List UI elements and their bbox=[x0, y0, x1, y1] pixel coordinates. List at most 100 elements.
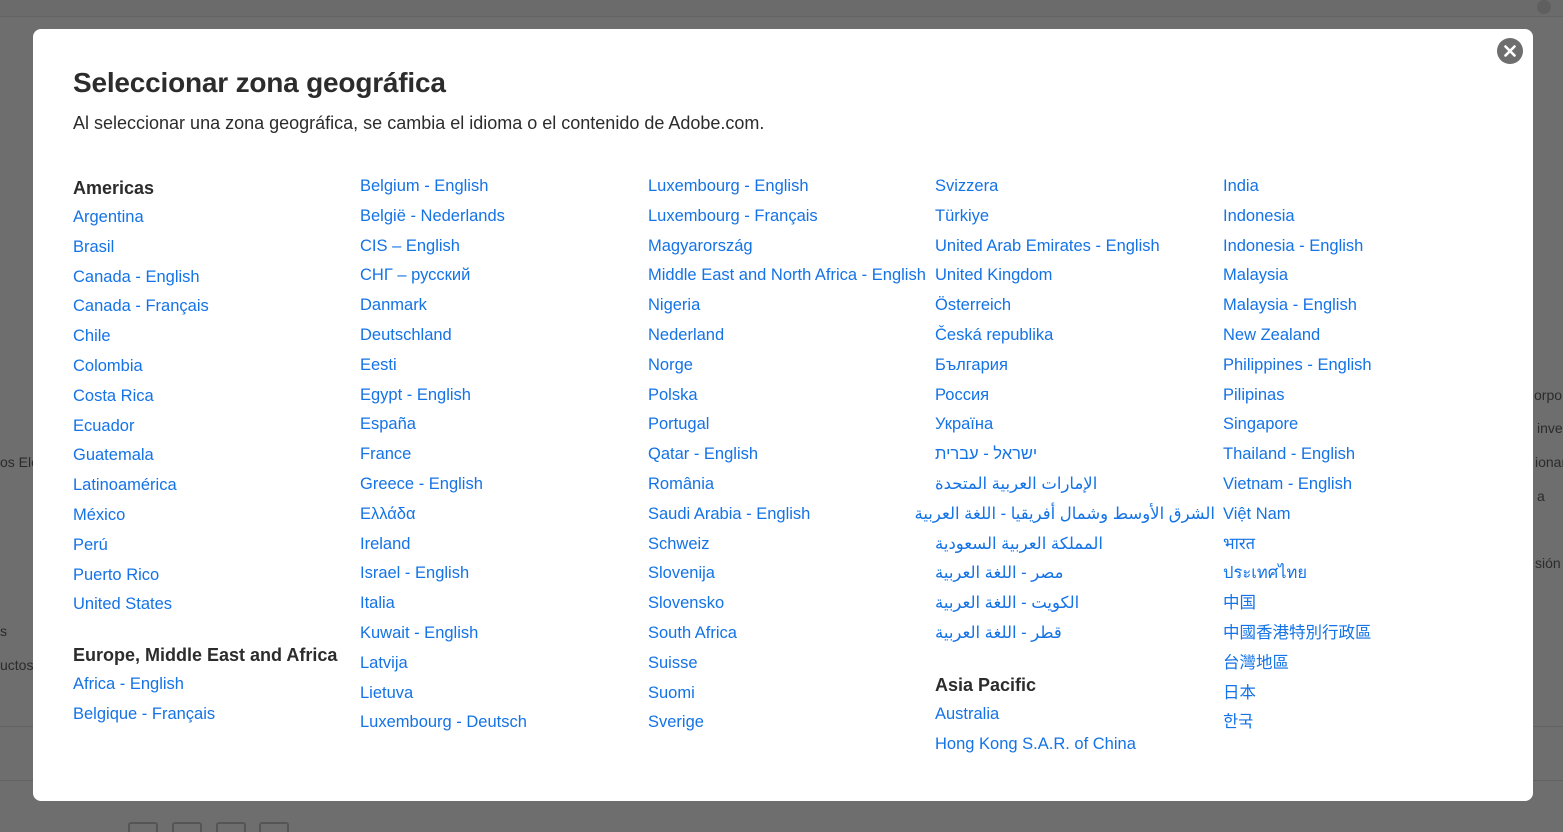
region-link[interactable]: Schweiz bbox=[648, 529, 928, 559]
region-link[interactable]: Costa Rica bbox=[73, 381, 353, 411]
region-link[interactable]: Nederland bbox=[648, 320, 928, 350]
region-link[interactable]: 中國香港特別行政區 bbox=[1223, 618, 1503, 648]
region-link[interactable]: United States bbox=[73, 589, 353, 619]
region-link[interactable]: Україна bbox=[935, 409, 1215, 439]
region-link[interactable]: ישראל - עברית bbox=[935, 439, 1215, 469]
region-link[interactable]: قطر - اللغة العربية bbox=[935, 618, 1215, 648]
region-link[interactable]: España bbox=[360, 409, 640, 439]
region-link[interactable]: Belgium - English bbox=[360, 171, 640, 201]
region-link[interactable]: Perú bbox=[73, 530, 353, 560]
region-link[interactable]: ประเทศไทย bbox=[1223, 558, 1503, 588]
region-link[interactable]: Luxembourg - Français bbox=[648, 201, 928, 231]
region-link[interactable]: Israel - English bbox=[360, 558, 640, 588]
linkedin-icon bbox=[259, 822, 289, 832]
region-link[interactable]: Luxembourg - English bbox=[648, 171, 928, 201]
region-link[interactable]: Singapore bbox=[1223, 409, 1503, 439]
region-link[interactable]: Россия bbox=[935, 380, 1215, 410]
region-link[interactable]: France bbox=[360, 439, 640, 469]
region-link[interactable]: Argentina bbox=[73, 202, 353, 232]
region-link[interactable]: Italia bbox=[360, 588, 640, 618]
region-link[interactable]: Eesti bbox=[360, 350, 640, 380]
region-link[interactable]: Hong Kong S.A.R. of China bbox=[935, 729, 1215, 759]
region-link[interactable]: Latvija bbox=[360, 648, 640, 678]
region-link[interactable]: Africa - English bbox=[73, 669, 353, 699]
region-link[interactable]: България bbox=[935, 350, 1215, 380]
close-button[interactable] bbox=[1497, 38, 1523, 64]
region-link[interactable]: Philippines - English bbox=[1223, 350, 1503, 380]
region-link[interactable]: Magyarország bbox=[648, 231, 928, 261]
region-link[interactable]: Česká republika bbox=[935, 320, 1215, 350]
region-link[interactable]: Ecuador bbox=[73, 411, 353, 441]
region-link[interactable]: New Zealand bbox=[1223, 320, 1503, 350]
region-link[interactable]: Sverige bbox=[648, 707, 928, 737]
modal-title: Seleccionar zona geográfica bbox=[73, 67, 446, 98]
region-link[interactable]: الكويت - اللغة العربية bbox=[935, 588, 1215, 618]
region-link[interactable]: المملكة العربية السعودية bbox=[935, 529, 1215, 559]
region-link[interactable]: United Kingdom bbox=[935, 260, 1215, 290]
region-link[interactable]: Greece - English bbox=[360, 469, 640, 499]
region-link[interactable]: Thailand - English bbox=[1223, 439, 1503, 469]
region-link[interactable]: Österreich bbox=[935, 290, 1215, 320]
region-link[interactable]: Malaysia bbox=[1223, 260, 1503, 290]
region-link[interactable]: Svizzera bbox=[935, 171, 1215, 201]
region-link[interactable]: Türkiye bbox=[935, 201, 1215, 231]
region-link[interactable]: СНГ – русский bbox=[360, 260, 640, 290]
region-link[interactable]: الشرق الأوسط وشمال أفريقيا - اللغة العرب… bbox=[914, 499, 1215, 529]
region-link[interactable]: Latinoamérica bbox=[73, 470, 353, 500]
region-link[interactable]: Pilipinas bbox=[1223, 380, 1503, 410]
region-link[interactable]: Belgique - Français bbox=[73, 699, 353, 729]
region-link[interactable]: Deutschland bbox=[360, 320, 640, 350]
region-link[interactable]: भारत bbox=[1223, 529, 1503, 559]
region-link[interactable]: Indonesia bbox=[1223, 201, 1503, 231]
region-link[interactable]: Vietnam - English bbox=[1223, 469, 1503, 499]
region-link[interactable]: CIS – English bbox=[360, 231, 640, 261]
region-link[interactable]: Puerto Rico bbox=[73, 560, 353, 590]
region-link[interactable]: Nigeria bbox=[648, 290, 928, 320]
region-link[interactable]: Norge bbox=[648, 350, 928, 380]
region-link[interactable]: België - Nederlands bbox=[360, 201, 640, 231]
region-link[interactable]: Australia bbox=[935, 699, 1215, 729]
region-link[interactable]: Malaysia - English bbox=[1223, 290, 1503, 320]
region-link[interactable]: Canada - English bbox=[73, 262, 353, 292]
region-link[interactable]: Suomi bbox=[648, 678, 928, 708]
region-link[interactable]: 日本 bbox=[1223, 678, 1503, 708]
region-link[interactable]: India bbox=[1223, 171, 1503, 201]
region-link[interactable]: Luxembourg - Deutsch bbox=[360, 707, 640, 737]
region-link[interactable]: Ireland bbox=[360, 529, 640, 559]
region-link[interactable]: Egypt - English bbox=[360, 380, 640, 410]
region-link[interactable]: Colombia bbox=[73, 351, 353, 381]
region-column-1: Americas Argentina Brasil Canada - Engli… bbox=[73, 174, 353, 729]
region-link[interactable]: Kuwait - English bbox=[360, 618, 640, 648]
region-link[interactable]: Saudi Arabia - English bbox=[648, 499, 928, 529]
region-link[interactable]: México bbox=[73, 500, 353, 530]
region-link[interactable]: Portugal bbox=[648, 409, 928, 439]
region-link[interactable]: مصر - اللغة العربية bbox=[935, 558, 1215, 588]
region-link[interactable]: Chile bbox=[73, 321, 353, 351]
region-link[interactable]: الإمارات العربية المتحدة bbox=[935, 469, 1215, 499]
region-link[interactable]: Lietuva bbox=[360, 678, 640, 708]
region-link[interactable]: South Africa bbox=[648, 618, 928, 648]
region-link[interactable]: Polska bbox=[648, 380, 928, 410]
region-link[interactable]: Slovensko bbox=[648, 588, 928, 618]
region-link[interactable]: Việt Nam bbox=[1223, 499, 1503, 529]
region-link[interactable]: Danmark bbox=[360, 290, 640, 320]
background-text: inve bbox=[1537, 420, 1563, 436]
region-link[interactable]: Slovenija bbox=[648, 558, 928, 588]
modal-subtitle: Al seleccionar una zona geográfica, se c… bbox=[73, 113, 765, 133]
region-link[interactable]: Qatar - English bbox=[648, 439, 928, 469]
region-link[interactable]: Guatemala bbox=[73, 440, 353, 470]
region-link[interactable]: Middle East and North Africa - English bbox=[648, 260, 928, 290]
region-link[interactable]: Brasil bbox=[73, 232, 353, 262]
region-link[interactable]: 한국 bbox=[1223, 707, 1503, 737]
region-link[interactable]: Indonesia - English bbox=[1223, 231, 1503, 261]
region-link[interactable]: 台灣地區 bbox=[1223, 648, 1503, 678]
region-heading-emea: Europe, Middle East and Africa bbox=[73, 645, 338, 666]
region-column-4: Svizzera Türkiye United Arab Emirates - … bbox=[914, 171, 1215, 759]
region-link[interactable]: 中国 bbox=[1223, 588, 1503, 618]
region-link[interactable]: Suisse bbox=[648, 648, 928, 678]
region-link[interactable]: Canada - Français bbox=[73, 291, 353, 321]
region-link[interactable]: Ελλάδα bbox=[360, 499, 640, 529]
region-link[interactable]: România bbox=[648, 469, 928, 499]
region-link[interactable]: United Arab Emirates - English bbox=[935, 231, 1215, 261]
